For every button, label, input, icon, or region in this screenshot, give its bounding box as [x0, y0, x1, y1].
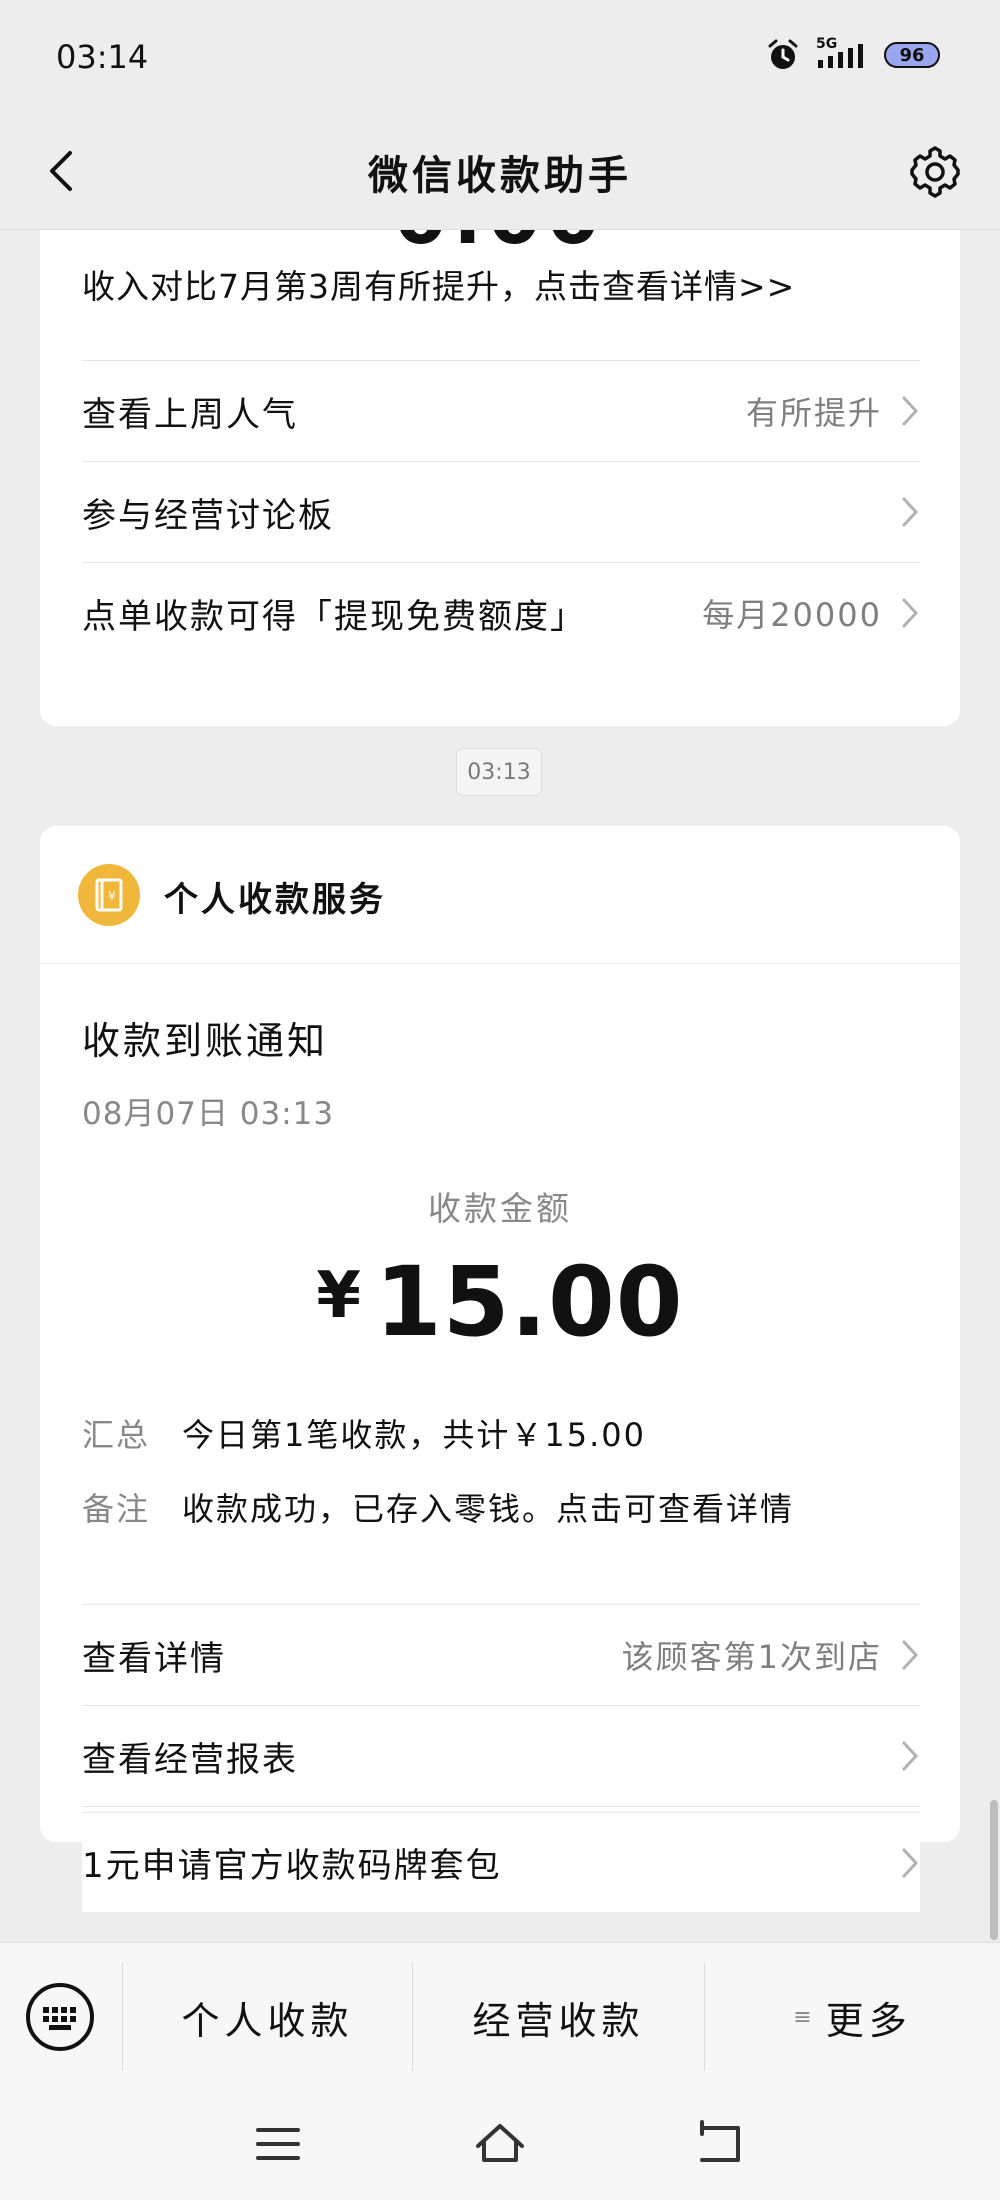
row-business-report[interactable]: 查看经营报表: [82, 1705, 920, 1806]
bottom-menu: 个人收款 经营收款 ≡ 更多: [0, 1942, 1000, 2090]
message-list[interactable]: 0.00 收入对比7月第3周有所提升，点击查看详情>> 查看上周人气 有所提升 …: [0, 230, 1000, 1942]
row-value: 每月20000: [702, 596, 882, 634]
system-nav-bar: [0, 2090, 1000, 2200]
personal-payment-service-icon: ¥: [78, 864, 140, 926]
payment-amount: ¥15.00: [40, 1246, 960, 1358]
keyboard-toggle-icon[interactable]: [26, 1983, 94, 2051]
message-timestamp: 03:13: [456, 748, 542, 796]
service-name: 个人收款服务: [164, 880, 386, 920]
row-label: 查看详情: [82, 1638, 226, 1679]
chevron-right-icon: [902, 598, 919, 628]
back-return-icon[interactable]: [694, 2118, 750, 2170]
row-value: 有所提升: [745, 394, 882, 432]
chevron-right-icon: [902, 1848, 919, 1877]
scrollbar[interactable]: [990, 1800, 998, 1940]
row-label: 参与经营讨论板: [82, 495, 334, 536]
home-icon[interactable]: [472, 2118, 528, 2170]
notice-title: 收款到账通知: [82, 1019, 329, 1063]
menu-lines-icon[interactable]: [250, 2118, 306, 2170]
battery-indicator: 96: [884, 42, 940, 68]
menu-label: 个人收款: [181, 1998, 354, 2043]
row-view-details[interactable]: 查看详情 该顾客第1次到店: [82, 1604, 920, 1705]
menu-more[interactable]: ≡ 更多: [704, 1963, 1000, 2071]
row-value: 该顾客第1次到店: [621, 1638, 882, 1676]
remark-line: 备注 收款成功，已存入零钱。点击可查看详情: [82, 1484, 794, 1530]
menu-label: 更多: [825, 1998, 912, 2043]
row-apply-qr-kit[interactable]: 1元申请官方收款码牌套包: [82, 1812, 920, 1912]
settings-gear-icon[interactable]: [906, 143, 964, 201]
row-label: 查看经营报表: [82, 1739, 298, 1780]
remark-key: 备注: [82, 1490, 151, 1528]
amount-value: 15.00: [374, 1246, 684, 1358]
status-icons: 5G 96: [766, 36, 940, 72]
submenu-lines-icon: ≡: [793, 2004, 812, 2030]
summary-value: 今日第1笔收款，共计￥15.00: [182, 1416, 646, 1454]
income-compare-link[interactable]: 收入对比7月第3周有所提升，点击查看详情>>: [82, 260, 795, 308]
status-bar: 03:14 5G 96: [0, 0, 1000, 115]
amount-label: 收款金额: [428, 1189, 572, 1228]
weekly-report-card[interactable]: 0.00 收入对比7月第3周有所提升，点击查看详情>> 查看上周人气 有所提升 …: [40, 230, 960, 726]
currency-symbol: ¥: [316, 1259, 361, 1333]
summary-key: 汇总: [82, 1416, 151, 1454]
chevron-right-icon: [902, 1741, 919, 1771]
remark-value: 收款成功，已存入零钱。点击可查看详情: [182, 1490, 795, 1528]
notice-date: 08月07日 03:13: [82, 1096, 335, 1132]
chevron-right-icon: [902, 1640, 919, 1670]
menu-personal-payment[interactable]: 个人收款: [122, 1963, 412, 2071]
payment-notice-card[interactable]: ¥ 个人收款服务 收款到账通知 08月07日 03:13 收款金额 ¥15.00…: [40, 826, 960, 1842]
svg-text:¥: ¥: [108, 889, 116, 903]
weekly-amount: 0.00: [40, 230, 960, 261]
nav-bar: 微信收款助手: [0, 115, 1000, 230]
row-label: 查看上周人气: [82, 394, 298, 435]
chevron-right-icon: [902, 396, 919, 426]
page-title: 微信收款助手: [368, 153, 632, 199]
row-label: 1元申请官方收款码牌套包: [82, 1846, 502, 1886]
signal-icon: 5G: [814, 36, 870, 72]
menu-label: 经营收款: [472, 1998, 645, 2043]
chevron-right-icon: [902, 497, 919, 527]
card-header[interactable]: ¥ 个人收款服务: [40, 826, 960, 964]
menu-business-payment[interactable]: 经营收款: [412, 1963, 704, 2071]
summary-line: 汇总 今日第1笔收款，共计￥15.00: [82, 1410, 646, 1456]
row-discussion-board[interactable]: 参与经营讨论板: [82, 461, 920, 562]
row-label: 点单收款可得「提现免费额度」: [82, 596, 586, 637]
status-time: 03:14: [56, 38, 149, 76]
row-free-withdraw-quota[interactable]: 点单收款可得「提现免费额度」 每月20000: [82, 562, 920, 663]
alarm-clock-icon: [768, 39, 798, 69]
row-last-week-popularity[interactable]: 查看上周人气 有所提升: [82, 360, 920, 461]
